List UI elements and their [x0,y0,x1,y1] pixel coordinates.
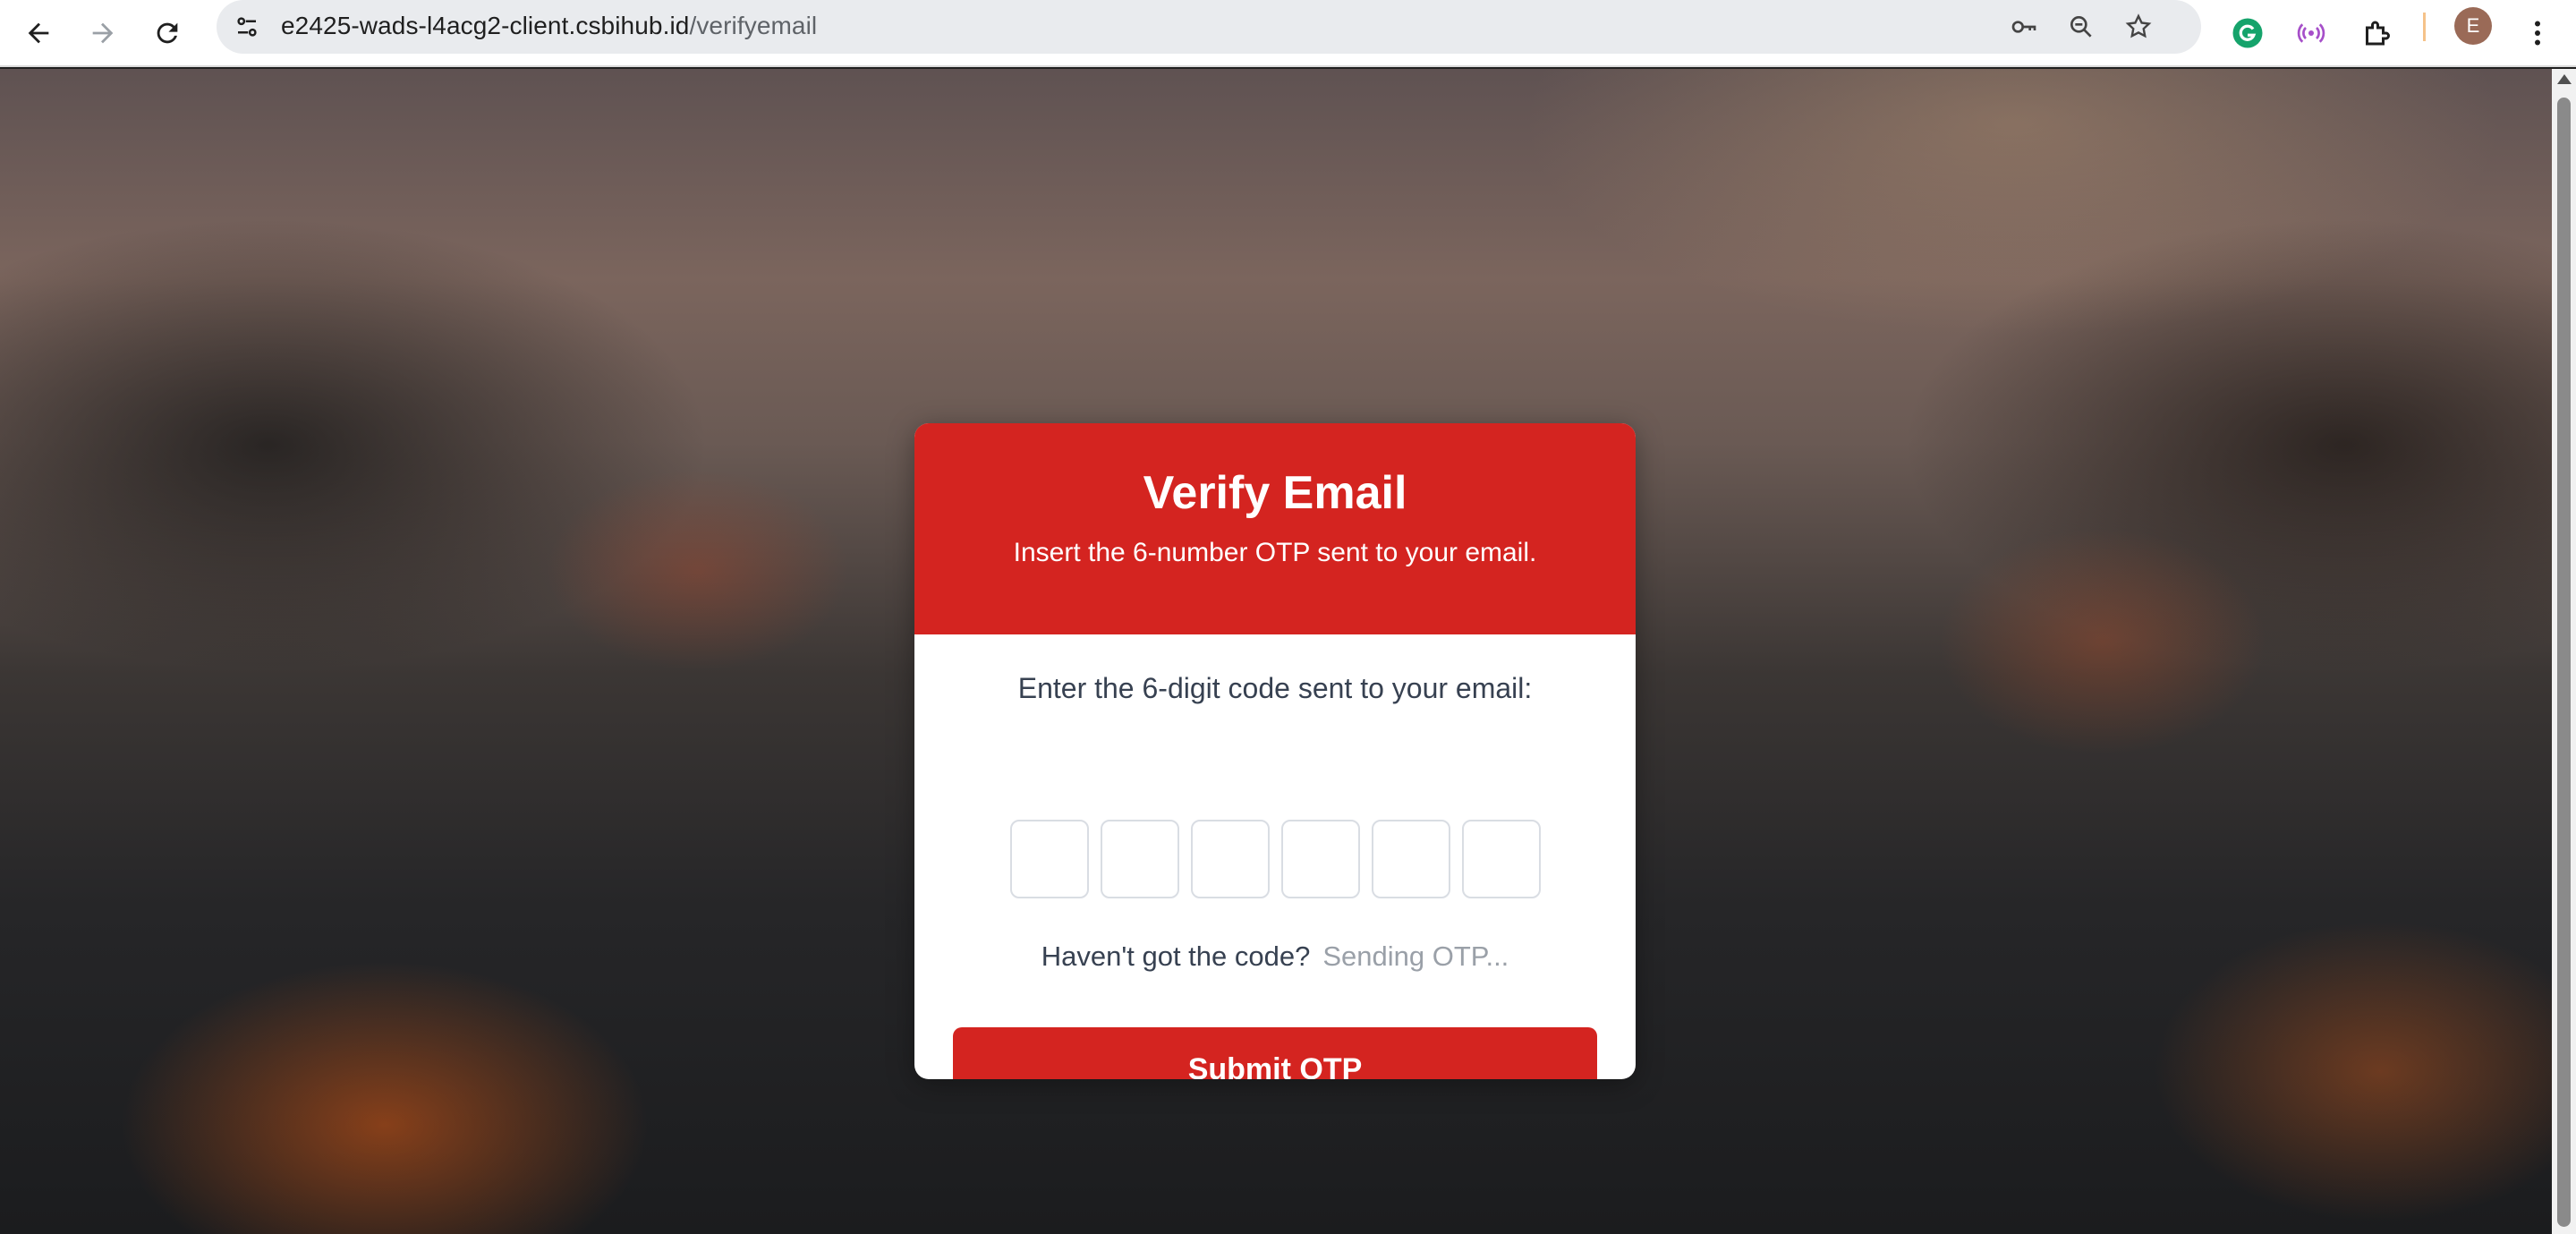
more-menu-icon [2535,21,2540,46]
bookmark-star-icon [2125,13,2152,38]
reload-icon [157,22,178,44]
forward-button[interactable] [77,7,129,59]
bookmark-button[interactable] [2119,7,2158,47]
verify-email-card: Verify Email Insert the 6-number OTP sen… [914,423,1636,1079]
resend-line: Haven't got the code? Sending OTP... [914,940,1636,973]
password-key-button[interactable] [2004,7,2044,47]
extensions-puzzle-icon [2366,21,2390,46]
submit-otp-button[interactable]: Submit OTP [953,1027,1597,1079]
grammarly-extension[interactable] [2222,7,2274,59]
resend-status: Sending OTP... [1322,940,1509,972]
page-viewport: Verify Email Insert the 6-number OTP sen… [0,69,2552,1234]
zoom-button[interactable] [2062,7,2101,47]
zoom-icon [2070,16,2092,38]
page-scrollbar[interactable] [2552,69,2576,1234]
otp-prompt: Enter the 6-digit code sent to your emai… [1017,672,1533,704]
background-glow [1521,69,2505,337]
url-path: /verifyemail [689,12,818,39]
grammarly-icon [2232,18,2263,48]
reload-button[interactable] [141,7,193,59]
otp-digit-3[interactable] [1191,820,1270,898]
scrollbar-thumb[interactable] [2557,98,2571,1227]
otp-digit-6[interactable] [1462,820,1541,898]
otp-digit-1[interactable] [1010,820,1089,898]
url-text[interactable]: e2425-wads-l4acg2-client.csbihub.id/veri… [281,12,817,40]
otp-input-group [1010,820,1541,898]
site-info-button[interactable] [225,5,268,48]
scroll-up-arrow-icon[interactable] [2557,74,2572,84]
otp-digit-2[interactable] [1101,820,1179,898]
toolbar-divider [2423,13,2426,41]
browser-toolbar: e2425-wads-l4acg2-client.csbihub.id/veri… [0,0,2576,67]
otp-digit-4[interactable] [1281,820,1360,898]
back-button[interactable] [13,7,64,59]
more-menu-button[interactable] [2512,7,2563,59]
page-title: Verify Email [1143,467,1407,519]
otp-digit-5[interactable] [1372,820,1450,898]
card-subtitle: Insert the 6-number OTP sent to your ema… [1013,538,1537,567]
broadcast-extension[interactable] [2285,7,2337,59]
forward-icon [92,22,114,44]
resend-question: Haven't got the code? [1041,940,1311,972]
card-header: Verify Email Insert the 6-number OTP sen… [914,423,1636,634]
profile-avatar[interactable]: E [2454,7,2492,45]
password-key-icon [2011,21,2036,33]
extensions-button[interactable] [2351,7,2402,59]
broadcast-extension-icon [2297,23,2325,43]
site-info-icon [237,17,257,37]
address-bar[interactable]: e2425-wads-l4acg2-client.csbihub.id/veri… [217,0,2201,54]
back-icon [28,22,49,44]
url-host: e2425-wads-l4acg2-client.csbihub.id [281,12,690,39]
